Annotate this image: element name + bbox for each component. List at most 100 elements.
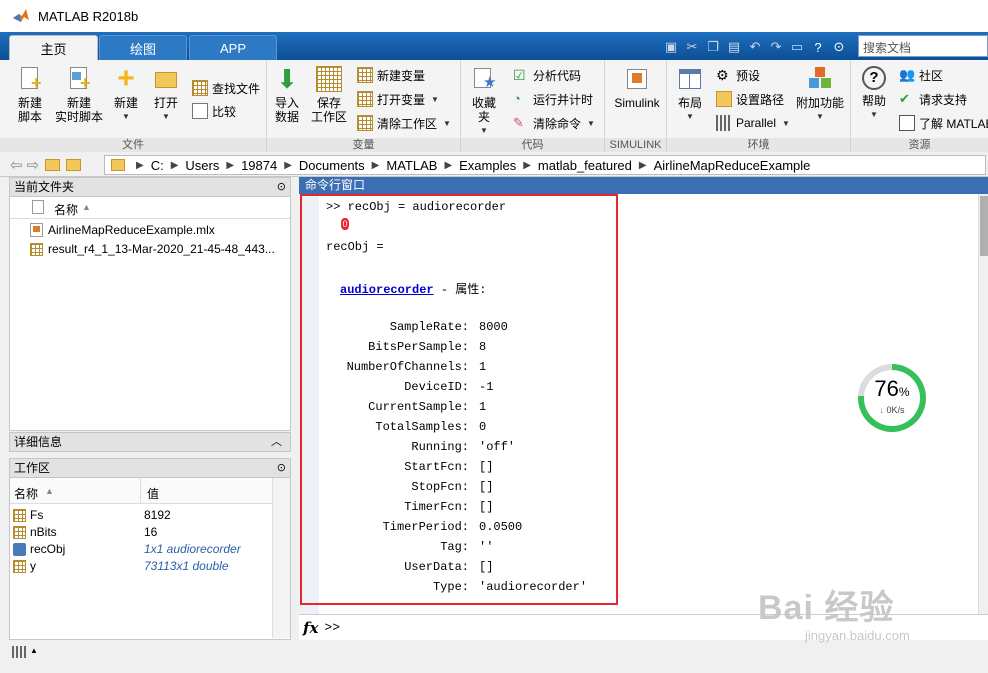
set-path-button[interactable]: 设置路径 — [716, 89, 784, 109]
open-variable-button[interactable]: 打开变量 ▼ — [357, 89, 439, 109]
fx-function-icon[interactable]: fx — [303, 619, 318, 637]
add-ons-button[interactable]: 附加功能 ▼ — [795, 66, 845, 124]
favorites-button[interactable]: ★ 收藏夹 ▼ — [467, 66, 501, 138]
workspace-row[interactable]: recObj 1x1 audiorecorder — [10, 542, 290, 559]
breadcrumb[interactable]: ▶ C: ▶ Users ▶ 19874 ▶ Documents ▶ MATLAB ▶ E… — [104, 155, 986, 175]
tab-plots[interactable]: 绘图 — [99, 35, 187, 60]
breadcrumb-item[interactable]: 19874 — [241, 158, 277, 173]
panel-menu-icon[interactable]: ⊙ — [277, 178, 286, 196]
breadcrumb-item[interactable]: MATLAB — [386, 158, 437, 173]
save-icon[interactable]: ▣ — [662, 38, 680, 56]
help-label: 帮助 — [861, 94, 886, 108]
command-prompt: >> — [324, 620, 341, 635]
new-script-button[interactable]: + 新建 脚本 — [14, 66, 46, 124]
forward-arrow-icon[interactable]: ⇨ — [27, 156, 40, 174]
parallel-button[interactable]: Parallel ▼ — [716, 113, 790, 133]
workspace-row[interactable]: nBits 16 — [10, 525, 290, 542]
learn-matlab-button[interactable]: 了解 MATLAB — [899, 113, 988, 133]
analyze-code-button[interactable]: ☑ 分析代码 — [513, 65, 581, 85]
property-value: [] — [479, 460, 494, 474]
open-variable-label: 打开变量 — [377, 92, 426, 107]
new-button[interactable]: + 新建 ▼ — [112, 62, 140, 124]
preferences-button[interactable]: ⚙ 预设 — [716, 65, 760, 85]
matrix-icon — [13, 526, 26, 539]
collapse-chevron-icon[interactable]: ︿ — [271, 433, 282, 451]
folder-column-header[interactable]: 名称 ▲ — [10, 197, 290, 219]
switch-windows-icon[interactable]: ▭ — [788, 38, 806, 56]
breadcrumb-item[interactable]: Examples — [459, 158, 516, 173]
open-button[interactable]: 打开 ▼ — [151, 66, 181, 124]
tab-home[interactable]: 主页 — [9, 35, 98, 60]
find-files-icon — [192, 80, 208, 96]
help-icon[interactable]: ? — [809, 38, 827, 56]
community-button[interactable]: 👥 社区 — [899, 65, 943, 85]
redo-icon[interactable]: ↷ — [767, 38, 785, 56]
import-data-label: 导入 数据 — [274, 96, 299, 124]
favorites-dropdown-icon: ▼ — [480, 126, 488, 135]
open-label: 打开 — [153, 96, 178, 110]
chevron-right-icon: ▶ — [638, 159, 647, 171]
scrollbar-thumb[interactable] — [980, 196, 988, 256]
find-files-button[interactable]: 查找文件 — [192, 78, 260, 98]
tab-apps[interactable]: APP — [189, 35, 277, 60]
workspace-column-header[interactable]: 名称 ▲ 值 — [10, 478, 272, 504]
toolstrip: + 新建 脚本 + 新建 实时脚本 + 新建 ▼ 打开 ▼ 查找文件 比较 文件… — [0, 60, 988, 152]
new-label: 新建 — [113, 96, 138, 110]
browse-folder-icon[interactable] — [66, 158, 82, 171]
workspace-row[interactable]: y 73113x1 double — [10, 559, 290, 576]
audiorecorder-link[interactable]: audiorecorder — [340, 283, 434, 297]
back-arrow-icon[interactable]: ⇦ — [10, 156, 23, 174]
cut-icon[interactable]: ✂ — [683, 38, 701, 56]
new-plus-icon: + — [117, 62, 135, 95]
simulink-label: Simulink — [614, 96, 660, 110]
code-group: ★ 收藏夹 ▼ ☑ 分析代码 ◔ 运行并计时 ✎ 清除命令 ▼ 代码 — [461, 60, 605, 152]
help-button[interactable]: ? 帮助 ▼ — [859, 66, 889, 122]
class-line: audiorecorder - 属性: — [340, 280, 486, 297]
parallel-dropdown-icon: ▼ — [782, 118, 790, 128]
undo-icon[interactable]: ↶ — [746, 38, 764, 56]
add-ons-cubes-icon — [807, 66, 833, 92]
compare-button[interactable]: 比较 — [192, 101, 236, 121]
breadcrumb-item[interactable]: Users — [185, 158, 219, 173]
chevron-right-icon: ▶ — [170, 159, 179, 171]
copy-icon[interactable]: ❐ — [704, 38, 722, 56]
folder-icon — [153, 66, 179, 92]
breadcrumb-item[interactable]: AirlineMapReduceExample — [654, 158, 811, 173]
new-variable-button[interactable]: 新建变量 — [357, 65, 425, 85]
panel-menu-icon[interactable]: ⊙ — [277, 459, 286, 477]
clear-workspace-button[interactable]: 清除工作区 ▼ — [357, 113, 451, 133]
breadcrumb-item[interactable]: Documents — [299, 158, 365, 173]
chevron-right-icon: ▶ — [444, 159, 453, 171]
workspace-row[interactable]: Fs 8192 — [10, 508, 290, 525]
import-data-button[interactable]: ⬇ 导入 数据 — [273, 66, 301, 124]
file-item[interactable]: AirlineMapReduceExample.mlx — [30, 222, 215, 238]
layout-label: 布局 — [677, 96, 702, 110]
details-header[interactable]: 详细信息 ︿ — [9, 432, 291, 452]
search-documentation-input[interactable]: 搜索文档 — [858, 35, 988, 57]
save-workspace-button[interactable]: 保存 工作区 — [311, 66, 347, 124]
property-name: BitsPerSample: — [368, 340, 469, 354]
speed-rate: ↓ 0K/s — [864, 405, 920, 415]
property-name: UserData: — [404, 560, 469, 574]
status-dropdown-icon[interactable]: ▲ — [30, 646, 38, 655]
speed-percent-value: 76 — [874, 376, 899, 401]
clear-commands-button[interactable]: ✎ 清除命令 ▼ — [513, 113, 595, 133]
command-window-scrollbar[interactable] — [978, 194, 988, 614]
parallel-status-icon[interactable] — [12, 646, 28, 658]
run-and-time-button[interactable]: ◔ 运行并计时 — [513, 89, 593, 109]
file-item[interactable]: result_r4_1_13-Mar-2020_21-45-48_443... — [30, 241, 275, 257]
name-column-label: 名称 — [14, 487, 39, 501]
breadcrumb-item[interactable]: C: — [151, 158, 164, 173]
layout-button[interactable]: 布局 ▼ — [675, 66, 705, 124]
paste-icon[interactable]: ▤ — [725, 38, 743, 56]
simulink-button[interactable]: Simulink — [613, 66, 661, 110]
request-support-button[interactable]: ✔ 请求支持 — [899, 89, 967, 109]
breadcrumb-item[interactable]: matlab_featured — [538, 158, 632, 173]
class-suffix: - 属性: — [433, 283, 487, 297]
new-live-script-button[interactable]: + 新建 实时脚本 — [54, 66, 104, 124]
property-value: 0 — [479, 420, 487, 434]
up-folder-icon[interactable] — [45, 158, 61, 171]
dropdown-icon[interactable]: ⊙ — [830, 38, 848, 56]
property-value: 8000 — [479, 320, 508, 334]
import-arrow-icon: ⬇ — [276, 64, 298, 94]
